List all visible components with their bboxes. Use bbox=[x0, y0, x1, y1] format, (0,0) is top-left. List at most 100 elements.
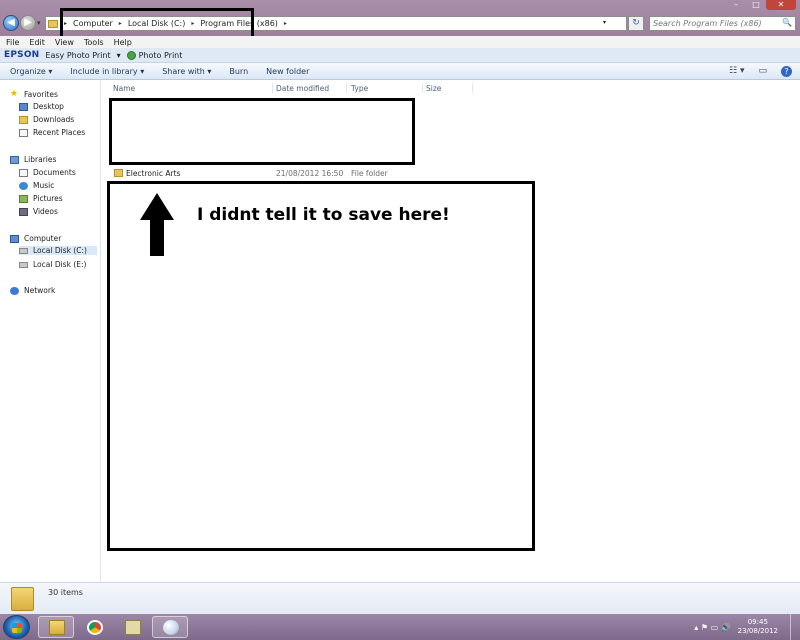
nav-local-disk-c[interactable]: Local Disk (C:) bbox=[19, 246, 97, 255]
folder-icon bbox=[48, 19, 58, 28]
easy-photo-print-dropdown[interactable]: ▾ bbox=[117, 51, 121, 60]
maximize-button[interactable]: □ bbox=[746, 0, 766, 10]
clock-date: 23/08/2012 bbox=[737, 627, 778, 635]
start-button[interactable] bbox=[3, 615, 30, 639]
breadcrumb-separator[interactable]: ▸ bbox=[284, 20, 287, 27]
change-view-icon[interactable]: ☷ ▾ bbox=[729, 66, 744, 77]
search-placeholder: Search Program Files (x86) bbox=[653, 19, 762, 28]
music-icon bbox=[19, 181, 28, 190]
nav-label: Music bbox=[33, 181, 55, 190]
nav-label: Recent Places bbox=[33, 128, 86, 137]
nav-favorites[interactable]: ★ Favorites bbox=[10, 89, 58, 99]
explorer-icon bbox=[49, 620, 65, 635]
photo-print-button[interactable]: Photo Print bbox=[139, 51, 183, 60]
nav-libraries[interactable]: Libraries bbox=[10, 155, 56, 164]
share-with-button[interactable]: Share with ▾ bbox=[162, 67, 211, 76]
nav-label: Videos bbox=[33, 207, 58, 216]
column-divider[interactable] bbox=[472, 83, 473, 93]
minimize-button[interactable]: – bbox=[726, 0, 746, 10]
nav-pictures[interactable]: Pictures bbox=[19, 194, 63, 203]
close-button[interactable]: ✕ bbox=[766, 0, 796, 10]
videos-icon bbox=[19, 207, 28, 216]
column-header-type[interactable]: Type bbox=[351, 84, 368, 93]
table-row[interactable]: Electronic Arts 21/08/2012 16:50 File fo… bbox=[112, 168, 472, 180]
nav-documents[interactable]: Documents bbox=[19, 168, 76, 177]
column-divider[interactable] bbox=[422, 83, 423, 93]
menu-edit[interactable]: Edit bbox=[29, 38, 45, 47]
nav-label: Computer bbox=[24, 234, 62, 243]
menu-tools[interactable]: Tools bbox=[84, 38, 104, 47]
nav-desktop[interactable]: Desktop bbox=[19, 102, 64, 111]
libraries-icon bbox=[10, 155, 19, 164]
annotation-text: I didnt tell it to save here! bbox=[197, 205, 450, 225]
search-input[interactable]: Search Program Files (x86) 🔍 bbox=[649, 16, 796, 31]
menu-view[interactable]: View bbox=[55, 38, 74, 47]
organize-button[interactable]: Organize ▾ bbox=[10, 67, 52, 76]
command-bar: Organize ▾ Include in library ▾ Share wi… bbox=[0, 63, 800, 80]
forward-button[interactable]: ▶ bbox=[20, 15, 36, 31]
pictures-icon bbox=[19, 194, 28, 203]
network-icon bbox=[10, 286, 19, 295]
taskbar-chrome-button[interactable] bbox=[76, 616, 112, 638]
help-icon[interactable]: ? bbox=[781, 66, 792, 77]
tray-icons[interactable]: ▴ ⚑ ▭ 🔊 bbox=[694, 623, 730, 632]
menu-file[interactable]: File bbox=[6, 38, 19, 47]
nav-downloads[interactable]: Downloads bbox=[19, 115, 74, 124]
show-desktop-button[interactable] bbox=[790, 614, 800, 640]
paint-icon bbox=[163, 620, 179, 635]
search-icon[interactable]: 🔍 bbox=[782, 18, 792, 27]
include-in-library-button[interactable]: Include in library ▾ bbox=[70, 67, 144, 76]
disk-icon bbox=[19, 261, 28, 268]
taskbar-files-button[interactable] bbox=[114, 616, 150, 638]
nav-label: Local Disk (C:) bbox=[33, 246, 87, 255]
epson-logo: EPSON bbox=[4, 50, 40, 60]
disk-icon bbox=[19, 247, 28, 254]
taskbar-paint-button[interactable] bbox=[152, 616, 188, 638]
new-folder-button[interactable]: New folder bbox=[266, 67, 309, 76]
burn-button[interactable]: Burn bbox=[229, 67, 248, 76]
computer-icon bbox=[10, 234, 19, 243]
documents-icon bbox=[19, 168, 28, 177]
row-name: Electronic Arts bbox=[126, 169, 181, 178]
row-date: 21/08/2012 16:50 bbox=[276, 169, 344, 178]
clock-time: 09:45 bbox=[747, 618, 768, 626]
nav-label: Pictures bbox=[33, 194, 63, 203]
column-header-date-modified[interactable]: Date modified bbox=[276, 84, 329, 93]
folder-icon bbox=[11, 587, 34, 611]
column-divider[interactable] bbox=[346, 83, 347, 93]
annotation-arrow bbox=[140, 193, 174, 256]
address-history-dropdown[interactable]: ▾ bbox=[603, 19, 606, 26]
desktop-icon bbox=[19, 102, 28, 111]
easy-photo-print-button[interactable]: Easy Photo Print bbox=[45, 51, 110, 60]
nav-label: Desktop bbox=[33, 102, 64, 111]
chrome-icon bbox=[87, 620, 103, 635]
menu-help[interactable]: Help bbox=[114, 38, 132, 47]
nav-label: Documents bbox=[33, 168, 76, 177]
nav-computer[interactable]: Computer bbox=[10, 234, 61, 243]
column-divider[interactable] bbox=[272, 83, 273, 93]
downloads-icon bbox=[19, 115, 28, 124]
navigation-pane: ★ Favorites Desktop Downloads Recent Pla… bbox=[0, 80, 101, 582]
nav-label: Libraries bbox=[24, 155, 57, 164]
menu-bar: File Edit View Tools Help bbox=[0, 36, 800, 48]
column-header-name[interactable]: Name bbox=[113, 84, 135, 93]
refresh-icon[interactable]: ↻ bbox=[628, 16, 644, 31]
recent-pages-dropdown[interactable]: ▾ bbox=[37, 19, 41, 27]
view-controls: ☷ ▾ ▭ ? bbox=[715, 66, 792, 77]
taskbar-explorer-button[interactable] bbox=[38, 616, 74, 638]
preview-pane-icon[interactable]: ▭ bbox=[758, 66, 767, 77]
nav-videos[interactable]: Videos bbox=[19, 207, 58, 216]
nav-recent-places[interactable]: Recent Places bbox=[19, 128, 85, 137]
nav-network[interactable]: Network bbox=[10, 286, 55, 295]
windows-logo-icon bbox=[12, 623, 22, 633]
back-button[interactable]: ◀ bbox=[3, 15, 19, 31]
nav-music[interactable]: Music bbox=[19, 181, 54, 190]
files-icon bbox=[125, 620, 141, 635]
nav-local-disk-e[interactable]: Local Disk (E:) bbox=[19, 260, 86, 269]
window-controls: – □ ✕ bbox=[726, 0, 796, 10]
epson-toolbar: EPSON Easy Photo Print ▾ Photo Print bbox=[0, 48, 800, 63]
clock[interactable]: 09:45 23/08/2012 bbox=[738, 618, 778, 636]
item-count: 30 items bbox=[48, 588, 83, 597]
column-header-size[interactable]: Size bbox=[426, 84, 441, 93]
nav-label: Network bbox=[24, 286, 56, 295]
